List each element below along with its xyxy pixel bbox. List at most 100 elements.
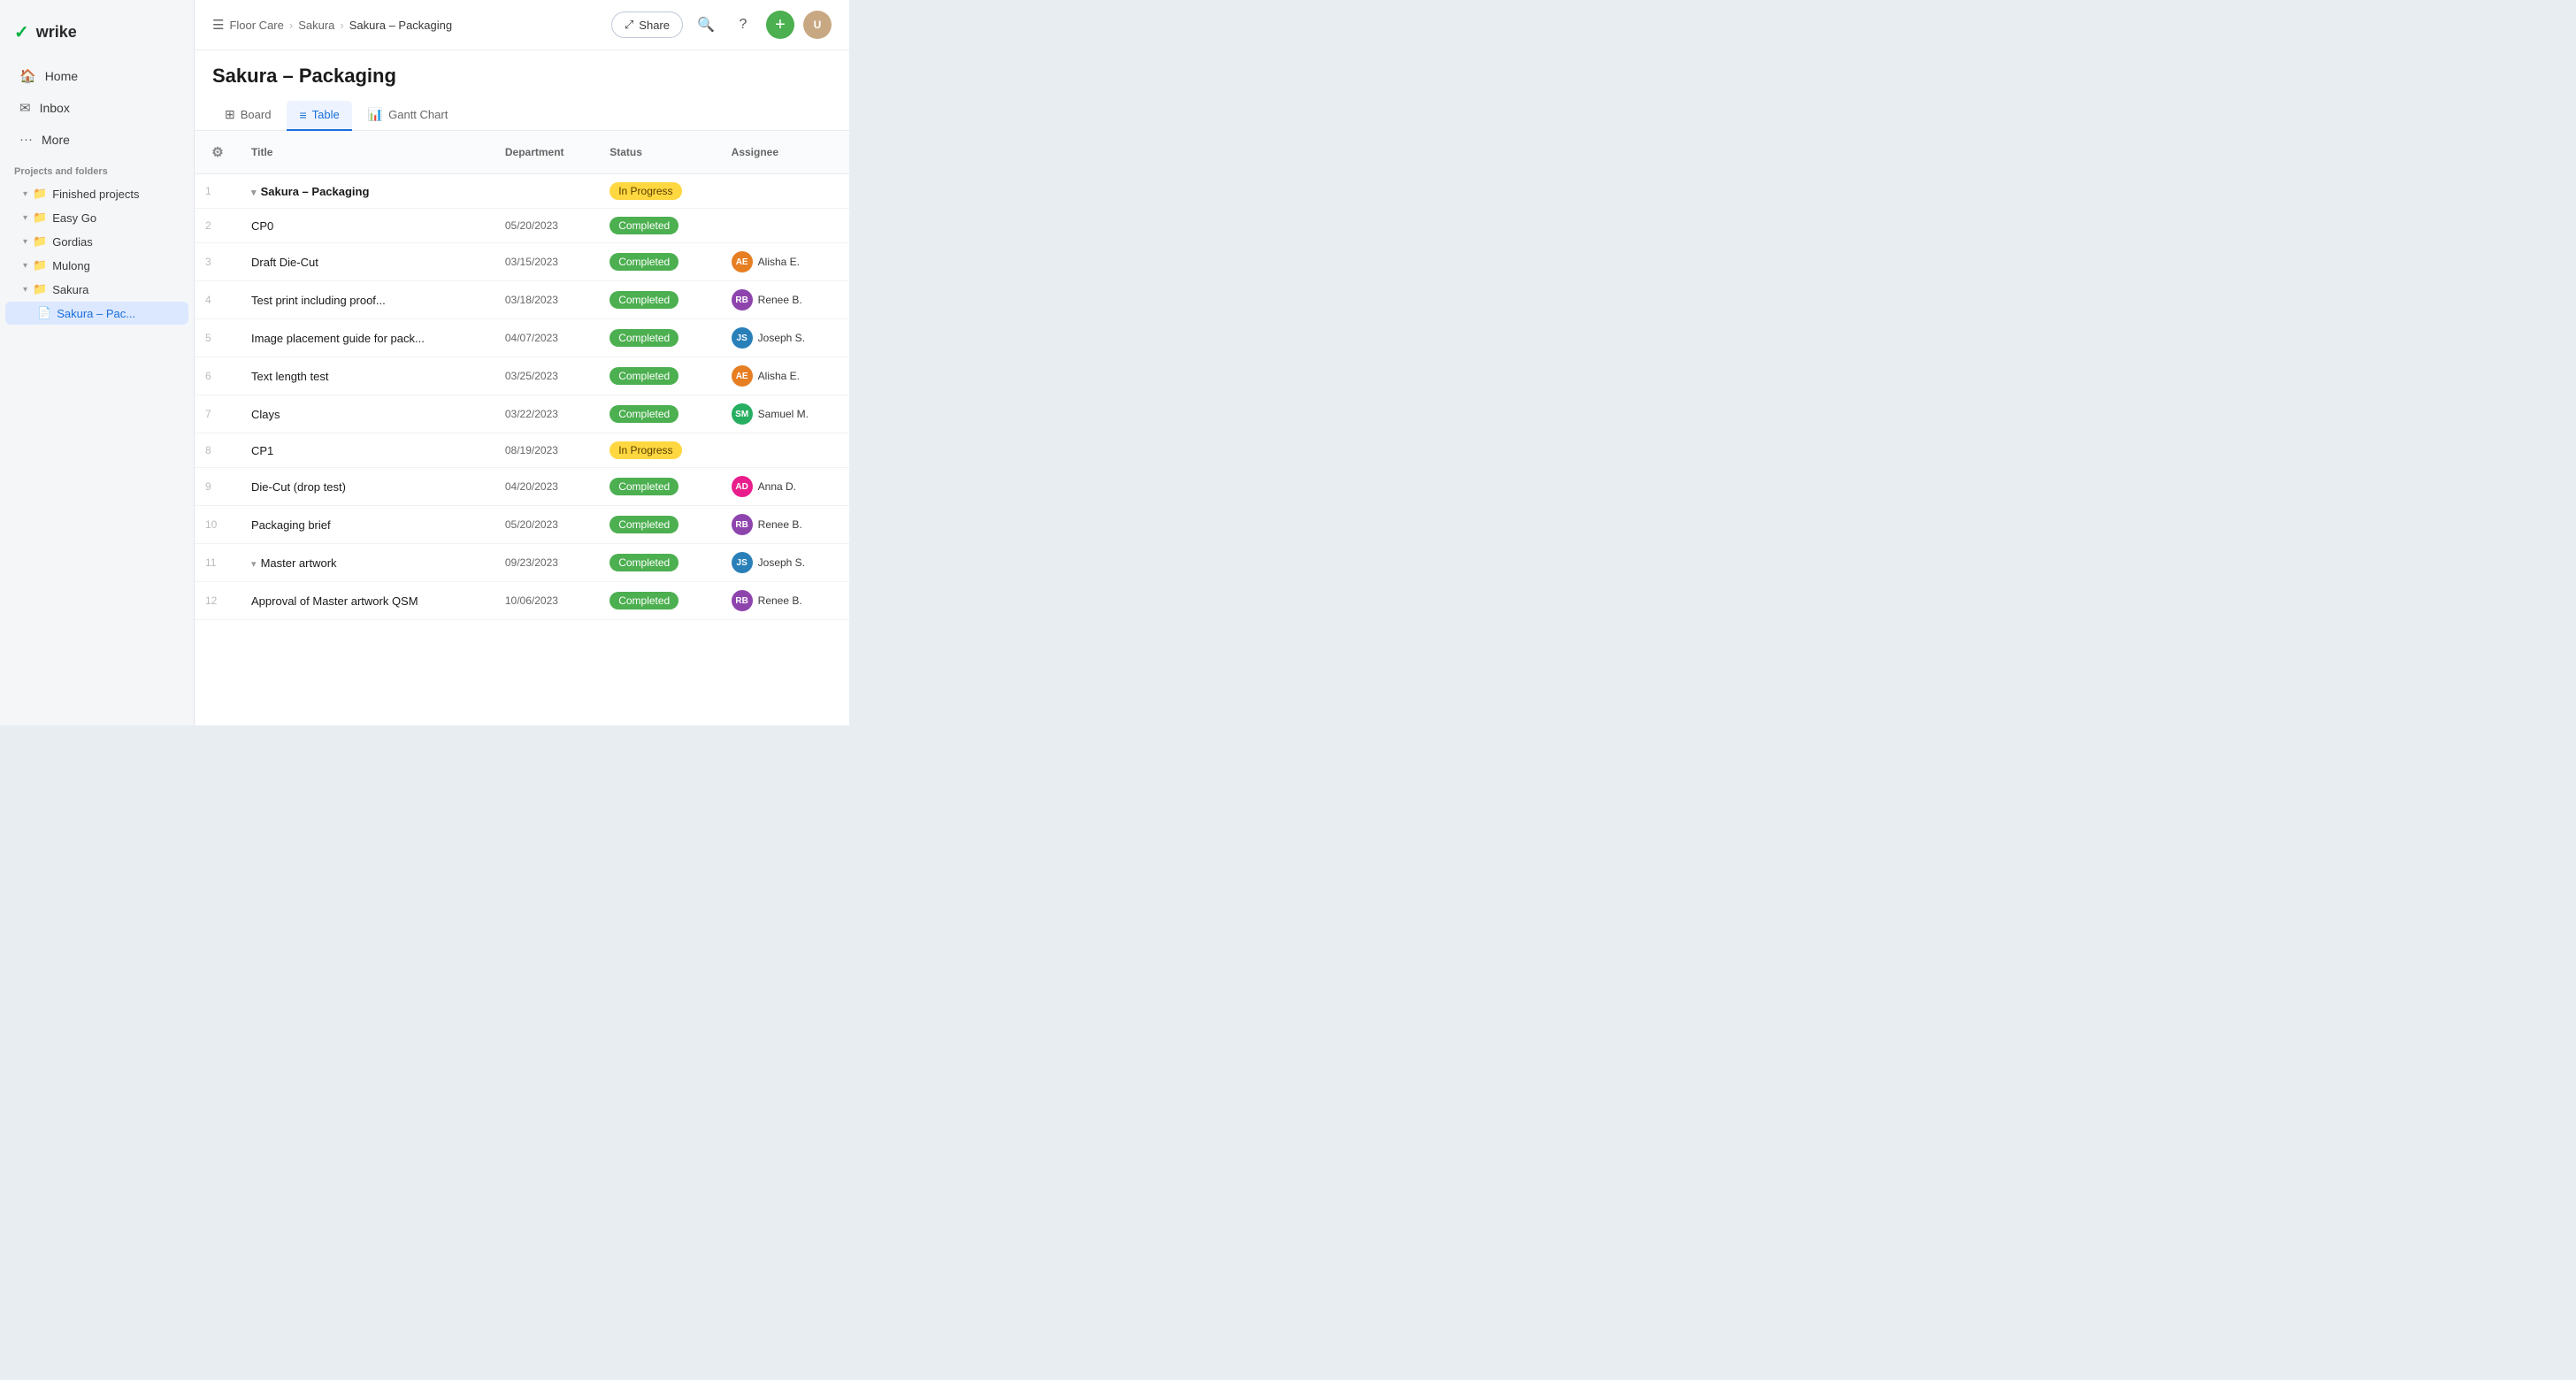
row-assignee-cell: RBRenee B. [721,506,849,544]
row-status-cell: In Progress [599,433,720,468]
sidebar-item-inbox-label: Inbox [40,101,70,115]
tree-item-gordias-label: Gordias [52,235,93,249]
status-badge: Completed [610,592,678,610]
tab-table[interactable]: ≡ Table [287,101,351,131]
assignee-info: SMSamuel M. [732,403,839,425]
row-assignee-cell [721,209,849,243]
status-badge: In Progress [610,182,681,200]
tab-gantt[interactable]: 📊 Gantt Chart [356,100,461,131]
table-row[interactable]: 7Clays03/22/2023CompletedSMSamuel M. [195,395,849,433]
sidebar-item-mulong[interactable]: ▾ 📁 Mulong [5,254,188,277]
help-icon: ? [740,17,748,33]
breadcrumb-sakura-packaging[interactable]: Sakura – Packaging [349,19,452,32]
row-department: 08/19/2023 [494,433,599,468]
assignee-name: Alisha E. [758,256,800,268]
user-avatar[interactable]: U [803,11,832,39]
sidebar-item-easygo[interactable]: ▾ 📁 Easy Go [5,206,188,229]
breadcrumb-sakura[interactable]: Sakura [298,19,334,32]
table-row[interactable]: 10Packaging brief05/20/2023CompletedRBRe… [195,506,849,544]
sidebar-item-sakura[interactable]: ▾ 📁 Sakura [5,278,188,301]
sidebar-item-home[interactable]: 🏠 Home [5,61,188,91]
row-assignee-cell [721,433,849,468]
table-row[interactable]: 1▾ Sakura – PackagingIn Progress [195,174,849,209]
row-status-cell: Completed [599,319,720,357]
row-department: 04/20/2023 [494,468,599,506]
table-row[interactable]: 6Text length test03/25/2023CompletedAEAl… [195,357,849,395]
tree-item-sakura-label: Sakura [52,283,88,296]
help-button[interactable]: ? [729,11,757,39]
row-status-cell: In Progress [599,174,720,209]
row-title-cell[interactable]: Image placement guide for pack... [241,319,494,357]
row-title-cell[interactable]: ▾ Sakura – Packaging [241,174,494,209]
row-department: 04/07/2023 [494,319,599,357]
table-row[interactable]: 9Die-Cut (drop test)04/20/2023CompletedA… [195,468,849,506]
status-badge: Completed [610,516,678,533]
row-title: Text length test [251,370,328,383]
breadcrumb-sep-2: › [340,19,343,32]
menu-icon[interactable]: ☰ [212,17,224,33]
share-button[interactable]: ⤢ Share [611,12,683,38]
expand-icon[interactable]: ▾ [251,559,259,570]
breadcrumb-floor-care[interactable]: Floor Care [229,19,283,32]
search-button[interactable]: 🔍 [692,11,720,39]
row-number: 3 [195,243,241,281]
row-title-cell[interactable]: Clays [241,395,494,433]
table-settings-icon[interactable]: ⚙ [205,140,230,165]
table-row[interactable]: 3Draft Die-Cut03/15/2023CompletedAEAlish… [195,243,849,281]
row-department: 05/20/2023 [494,506,599,544]
add-button[interactable]: + [766,11,794,39]
status-badge: Completed [610,291,678,309]
sidebar-item-more-label: More [42,133,70,147]
app-name: wrike [36,23,77,42]
row-title-cell[interactable]: ▾ Master artwork [241,544,494,582]
row-title-cell[interactable]: Approval of Master artwork QSM [241,582,494,620]
row-assignee-cell: JSJoseph S. [721,319,849,357]
row-title-cell[interactable]: CP0 [241,209,494,243]
sidebar-item-sakura-packaging[interactable]: 📄 Sakura – Pac... [5,302,188,325]
row-number: 5 [195,319,241,357]
sidebar-item-inbox[interactable]: ✉ Inbox [5,93,188,123]
sidebar-item-more[interactable]: ··· More [5,125,188,154]
row-title-cell[interactable]: Test print including proof... [241,281,494,319]
row-status-cell: Completed [599,281,720,319]
inbox-icon: ✉ [19,100,31,116]
assignee-avatar: AE [732,365,753,387]
row-status-cell: Completed [599,395,720,433]
row-title-cell[interactable]: CP1 [241,433,494,468]
row-title-cell[interactable]: Die-Cut (drop test) [241,468,494,506]
assignee-name: Joseph S. [758,556,805,569]
expand-icon[interactable]: ▾ [251,188,259,198]
row-title: Die-Cut (drop test) [251,480,346,494]
board-tab-icon: ⊞ [225,107,235,122]
table-row[interactable]: 2CP005/20/2023Completed [195,209,849,243]
row-title-cell[interactable]: Draft Die-Cut [241,243,494,281]
table-row[interactable]: 12Approval of Master artwork QSM10/06/20… [195,582,849,620]
tab-board[interactable]: ⊞ Board [212,100,283,131]
table-row[interactable]: 11▾ Master artwork09/23/2023CompletedJSJ… [195,544,849,582]
assignee-avatar: SM [732,403,753,425]
row-assignee-cell: SMSamuel M. [721,395,849,433]
row-status-cell: Completed [599,544,720,582]
table-row[interactable]: 5 Image placement guide for pack... 04/07/… [195,319,849,357]
row-title-cell[interactable]: Packaging brief [241,506,494,544]
row-number: 4 [195,281,241,319]
sidebar-item-finished-projects[interactable]: ▾ 📁 Finished projects [5,182,188,205]
table-tab-icon: ≡ [299,108,306,122]
assignee-avatar: JS [732,552,753,573]
sidebar-item-gordias[interactable]: ▾ 📁 Gordias [5,230,188,253]
row-assignee-cell: RBRenee B. [721,281,849,319]
table-row[interactable]: 4Test print including proof...03/18/2023… [195,281,849,319]
col-department: Department [494,131,599,174]
breadcrumb: ☰ Floor Care › Sakura › Sakura – Packagi… [212,17,452,33]
row-title: Image placement guide for pack... [251,332,425,345]
row-title-cell[interactable]: Text length test [241,357,494,395]
header: ☰ Floor Care › Sakura › Sakura – Packagi… [195,0,849,50]
table-row[interactable]: 8CP108/19/2023In Progress [195,433,849,468]
row-department: 05/20/2023 [494,209,599,243]
sidebar: ✓ wrike 🏠 Home ✉ Inbox ··· More Projects… [0,0,195,725]
chevron-icon: ▾ [23,237,27,247]
row-status-cell: Completed [599,243,720,281]
status-badge: Completed [610,554,678,571]
row-status-cell: Completed [599,357,720,395]
tree-item-mulong-label: Mulong [52,259,90,272]
